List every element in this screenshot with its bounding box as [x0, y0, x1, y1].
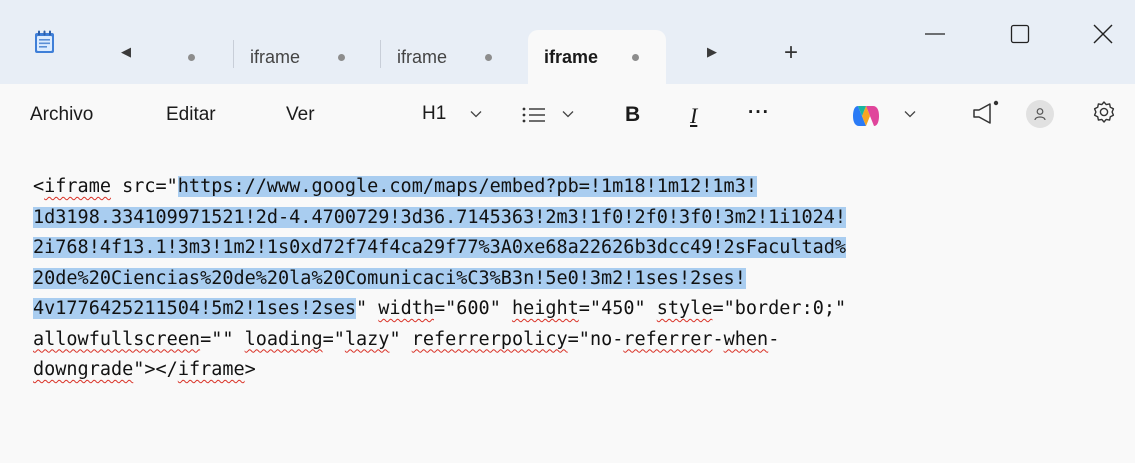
text-segment: < — [33, 176, 45, 197]
unsaved-dot-icon — [485, 54, 492, 61]
text-editor-area[interactable]: <iframe src="https://www.google.com/maps… — [0, 146, 1135, 463]
misspelled-word: style — [656, 298, 713, 319]
text-segment: src=" — [110, 176, 178, 197]
announcement-icon[interactable] — [970, 98, 1000, 128]
tab-iframe-1[interactable]: iframe — [234, 30, 374, 84]
misspelled-word: height — [511, 298, 579, 319]
document-text[interactable]: <iframe src="https://www.google.com/maps… — [33, 172, 1113, 386]
tab-label: iframe — [250, 47, 301, 67]
heading-dropdown[interactable]: H1 — [422, 100, 490, 130]
text-segment: - — [712, 328, 724, 350]
text-segment: ="" — [200, 328, 245, 350]
unsaved-dot-icon — [338, 54, 345, 61]
chevron-down-icon — [562, 111, 574, 118]
text-segment: " — [389, 328, 412, 350]
text-line: 1d3198.334109971521!2d-4.4700729!3d36.71… — [33, 203, 1113, 234]
copilot-dropdown[interactable] — [852, 100, 922, 130]
list-dropdown[interactable] — [522, 100, 582, 130]
unsaved-dot-icon — [188, 54, 195, 61]
tab-label: iframe — [544, 47, 599, 67]
person-icon — [1034, 108, 1046, 121]
misspelled-word: downgrade — [33, 359, 134, 380]
text-segment: ="border:0;" — [712, 298, 847, 319]
notepad-app-icon — [35, 30, 54, 53]
settings-gear-icon[interactable] — [1090, 98, 1118, 128]
selected-text: 20de%20Ciencias%20de%20la%20Comunicaci%C… — [33, 267, 746, 289]
menu-edit[interactable]: Editar — [166, 104, 216, 126]
bold-button[interactable]: B — [625, 103, 640, 133]
misspelled-word: when — [723, 328, 769, 350]
text-segment: " — [356, 298, 379, 319]
scroll-tabs-right-icon[interactable]: ▶ — [702, 40, 722, 64]
tab-iframe-2[interactable]: iframe — [381, 30, 521, 84]
selected-text: 1d3198.334109971521!2d-4.4700729!3d36.71… — [33, 206, 847, 228]
text-segment: "></ — [133, 359, 178, 380]
text-line: 20de%20Ciencias%20de%20la%20Comunicaci%C… — [33, 264, 1113, 295]
italic-button[interactable]: I — [690, 103, 697, 133]
unsaved-dot-icon — [632, 54, 639, 61]
chevron-down-icon — [904, 111, 916, 118]
text-line: allowfullscreen="" loading="lazy" referr… — [33, 325, 1113, 356]
text-segment: ="600" — [434, 298, 512, 319]
text-segment: ="no- — [567, 328, 624, 350]
minimize-button[interactable] — [915, 20, 955, 48]
tab-partial[interactable] — [180, 30, 230, 84]
copilot-icon — [853, 106, 879, 126]
tab-iframe-active[interactable]: iframe — [528, 30, 666, 84]
misspelled-word: lazy — [344, 328, 390, 350]
close-button[interactable] — [1083, 20, 1123, 48]
text-segment: =" — [322, 328, 345, 350]
text-line: 2i768!4f13.1!3m3!1m2!1s0xd72f74f4ca29f77… — [33, 233, 1113, 264]
misspelled-word: allowfullscreen — [33, 328, 201, 350]
misspelled-word: loading — [244, 328, 323, 350]
selected-text: 4v1776425211504!5m2!1ses!2ses — [33, 298, 357, 319]
misspelled-word: width — [378, 298, 434, 319]
new-tab-button[interactable]: + — [778, 41, 804, 68]
text-line: 4v1776425211504!5m2!1ses!2ses" width="60… — [33, 294, 1113, 325]
tab-label: iframe — [397, 47, 448, 67]
selected-text: https://www.google.com/maps/embed?pb=!1m… — [177, 176, 757, 197]
text-segment: - — [768, 328, 780, 350]
text-segment: ="450" — [578, 298, 657, 319]
text-line: downgrade"></iframe> — [33, 355, 1113, 386]
text-segment: > — [244, 359, 256, 380]
misspelled-word: iframe — [44, 176, 111, 197]
menu-view[interactable]: Ver — [286, 104, 315, 126]
text-line: <iframe src="https://www.google.com/maps… — [33, 172, 1113, 203]
selected-text: 2i768!4f13.1!3m3!1m2!1s0xd72f74f4ca29f77… — [33, 237, 847, 258]
menu-file[interactable]: Archivo — [30, 104, 93, 126]
account-avatar[interactable] — [1026, 100, 1054, 128]
misspelled-word: referrerpolicy — [411, 328, 568, 350]
list-icon — [522, 107, 545, 123]
more-options-button[interactable]: ··· — [748, 102, 770, 132]
scroll-tabs-left-icon[interactable]: ◀ — [116, 40, 136, 64]
misspelled-word: iframe — [177, 359, 245, 380]
title-bar: ◀ iframe iframe iframe ▶ + — [0, 0, 1135, 84]
misspelled-word: referrer — [623, 328, 713, 350]
chevron-down-icon — [470, 111, 482, 118]
heading-label: H1 — [422, 103, 447, 124]
maximize-button[interactable] — [1000, 20, 1040, 48]
menu-bar: Archivo Editar Ver H1 B I ··· — [0, 84, 1135, 146]
